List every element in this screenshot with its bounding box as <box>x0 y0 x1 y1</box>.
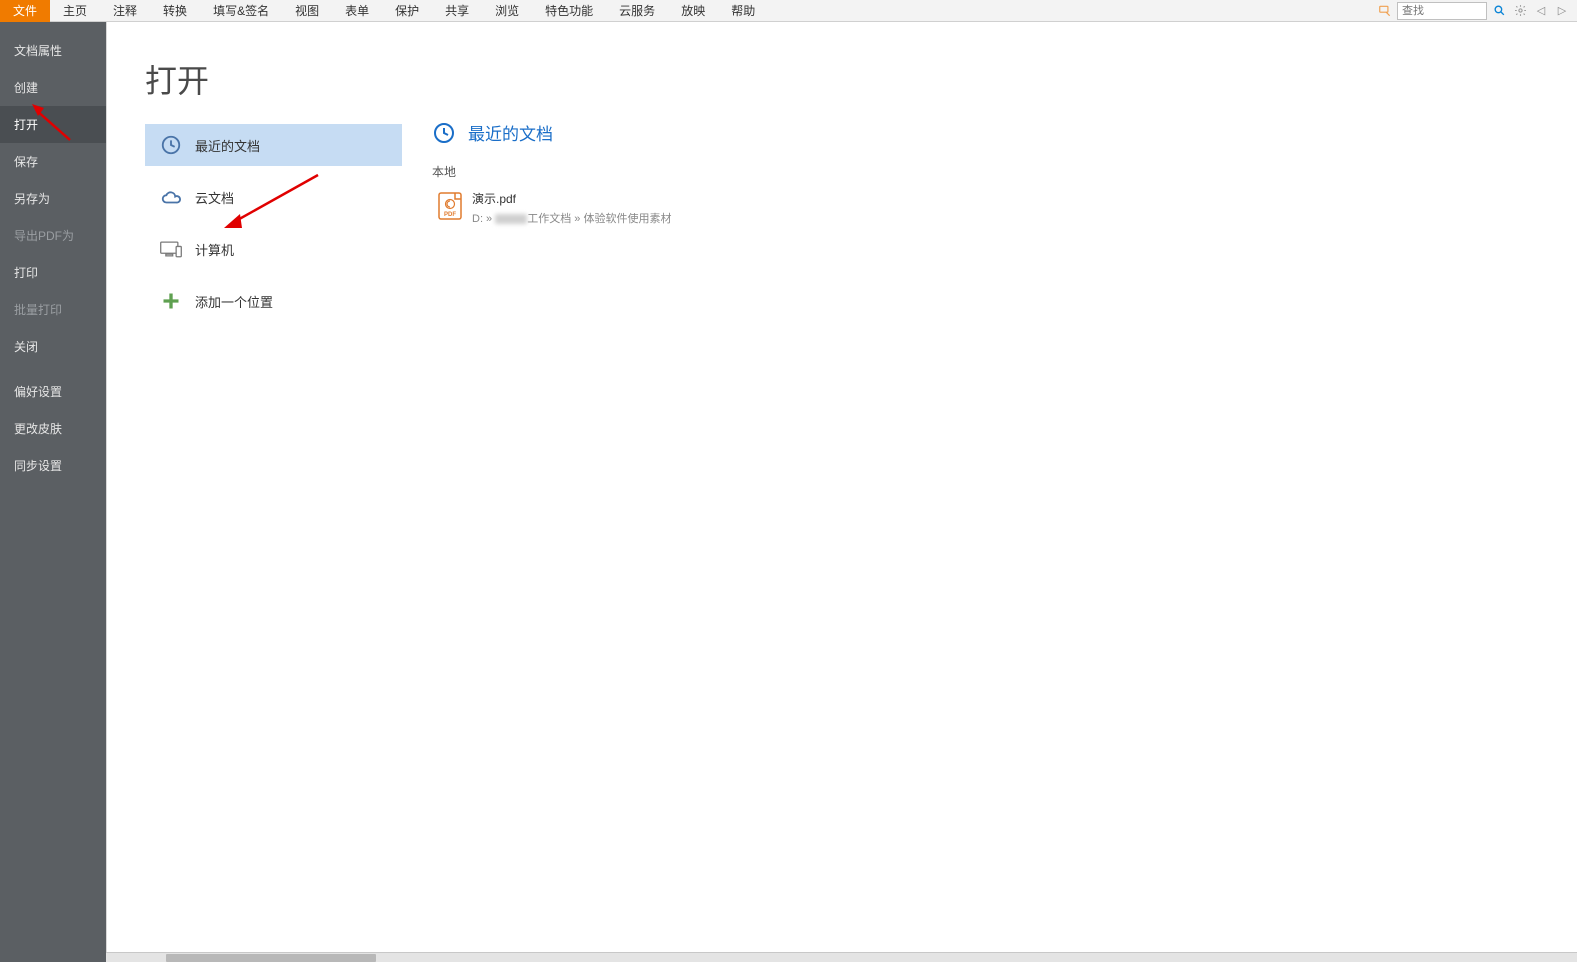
ribbon-tab-home[interactable]: 主页 <box>50 0 100 22</box>
source-label: 最近的文档 <box>195 136 260 155</box>
recent-title: 最近的文档 <box>468 120 553 145</box>
file-path: D: » 工作文档 » 体验软件使用素材 <box>472 210 671 226</box>
sidebar-item-changeskin[interactable]: 更改皮肤 <box>0 410 106 447</box>
sidebar-item-docprops[interactable]: 文档属性 <box>0 32 106 69</box>
sidebar-item-create[interactable]: 创建 <box>0 69 106 106</box>
svg-text:PDF: PDF <box>444 212 456 218</box>
source-label: 添加一个位置 <box>195 292 273 311</box>
sidebar-item-syncsettings[interactable]: 同步设置 <box>0 447 106 484</box>
ribbon-tab-fillsign[interactable]: 填写&签名 <box>200 0 282 22</box>
pdf-icon: PDF <box>438 192 462 220</box>
source-label: 计算机 <box>195 240 234 259</box>
blurred-segment <box>495 214 527 224</box>
nav-prev-icon[interactable]: ◁ <box>1532 2 1550 20</box>
ribbon-tab-browse[interactable]: 浏览 <box>482 0 532 22</box>
ribbon-tab-comment[interactable]: 注释 <box>100 0 150 22</box>
ribbon-tab-play[interactable]: 放映 <box>668 0 718 22</box>
ribbon-tab-form[interactable]: 表单 <box>332 0 382 22</box>
plus-icon <box>159 289 183 313</box>
source-computer[interactable]: 计算机 <box>145 228 392 270</box>
find-icon[interactable] <box>1376 2 1394 20</box>
search-button[interactable] <box>1490 2 1508 20</box>
sidebar-item-close[interactable]: 关闭 <box>0 328 106 365</box>
horizontal-scrollbar[interactable] <box>106 952 1577 962</box>
sidebar-item-batchprint[interactable]: 批量打印 <box>0 291 106 328</box>
ribbon-tab-view[interactable]: 视图 <box>282 0 332 22</box>
open-panel: 打开 最近的文档 云文档 <box>106 22 1577 962</box>
sidebar-item-exportpdf[interactable]: 导出PDF为 <box>0 217 106 254</box>
clock-icon <box>159 133 183 157</box>
nav-next-icon[interactable]: ▷ <box>1553 2 1571 20</box>
computer-icon <box>159 237 183 261</box>
ribbon-tab-featured[interactable]: 特色功能 <box>532 0 606 22</box>
ribbon-tab-convert[interactable]: 转换 <box>150 0 200 22</box>
sidebar-item-save[interactable]: 保存 <box>0 143 106 180</box>
page-title: 打开 <box>145 56 392 102</box>
ribbon-controls: ◁ ▷ <box>1376 2 1577 20</box>
scroll-thumb[interactable] <box>166 954 376 962</box>
gear-icon[interactable] <box>1511 2 1529 20</box>
ribbon-tab-protect[interactable]: 保护 <box>382 0 432 22</box>
source-recent[interactable]: 最近的文档 <box>145 124 402 166</box>
file-sidebar: 文档属性 创建 打开 保存 另存为 导出PDF为 打印 批量打印 关闭 偏好设置… <box>0 22 106 962</box>
sidebar-item-preferences[interactable]: 偏好设置 <box>0 373 106 410</box>
sidebar-item-saveas[interactable]: 另存为 <box>0 180 106 217</box>
clock-icon <box>432 121 456 145</box>
recent-file-item[interactable]: PDF 演示.pdf D: » 工作文档 » 体验软件使用素材 <box>432 186 1577 230</box>
cloud-icon <box>159 185 183 209</box>
ribbon-tab-file[interactable]: 文件 <box>0 0 50 22</box>
ribbon-bar: 文件 主页 注释 转换 填写&签名 视图 表单 保护 共享 浏览 特色功能 云服… <box>0 0 1577 22</box>
sidebar-item-open[interactable]: 打开 <box>0 106 106 143</box>
ribbon-tab-help[interactable]: 帮助 <box>718 0 768 22</box>
local-label: 本地 <box>432 163 1577 180</box>
source-addlocation[interactable]: 添加一个位置 <box>145 280 392 322</box>
search-input[interactable] <box>1397 2 1487 20</box>
sidebar-item-print[interactable]: 打印 <box>0 254 106 291</box>
ribbon-tab-cloud[interactable]: 云服务 <box>606 0 668 22</box>
ribbon-tab-share[interactable]: 共享 <box>432 0 482 22</box>
file-name: 演示.pdf <box>472 190 671 207</box>
source-label: 云文档 <box>195 188 234 207</box>
source-cloud[interactable]: 云文档 <box>145 176 392 218</box>
